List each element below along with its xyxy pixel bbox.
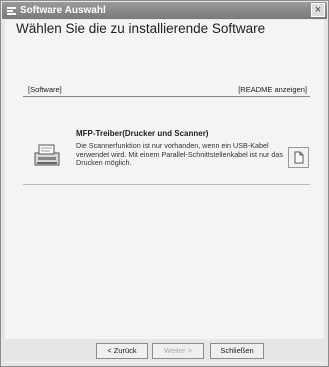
software-column-header: [Software]: [28, 85, 62, 94]
dialog-body: [5, 20, 324, 363]
window-title: Software Auswahl: [20, 5, 106, 16]
app-icon: [7, 7, 16, 15]
page-title: Wählen Sie die zu installierende Softwar…: [16, 21, 266, 36]
document-icon: [294, 151, 304, 164]
item-title[interactable]: MFP-Treiber(Drucker und Scanner): [76, 129, 208, 138]
back-button[interactable]: < Zurück: [96, 343, 148, 359]
next-button[interactable]: Weiter >: [152, 343, 204, 359]
item-description: Die Scannerfunktion ist nur vorhanden, w…: [76, 141, 283, 167]
readme-button[interactable]: [288, 147, 309, 168]
header-divider: [23, 96, 310, 97]
printer-scanner-icon[interactable]: [33, 141, 61, 169]
close-icon[interactable]: ×: [311, 3, 325, 17]
dialog-window: Software Auswahl × Wählen Sie die zu ins…: [0, 0, 329, 367]
close-button[interactable]: Schließen: [210, 343, 264, 359]
title-bar[interactable]: Software Auswahl ×: [2, 2, 327, 19]
readme-column-header: [README anzeigen]: [238, 85, 307, 94]
item-divider: [23, 184, 310, 185]
